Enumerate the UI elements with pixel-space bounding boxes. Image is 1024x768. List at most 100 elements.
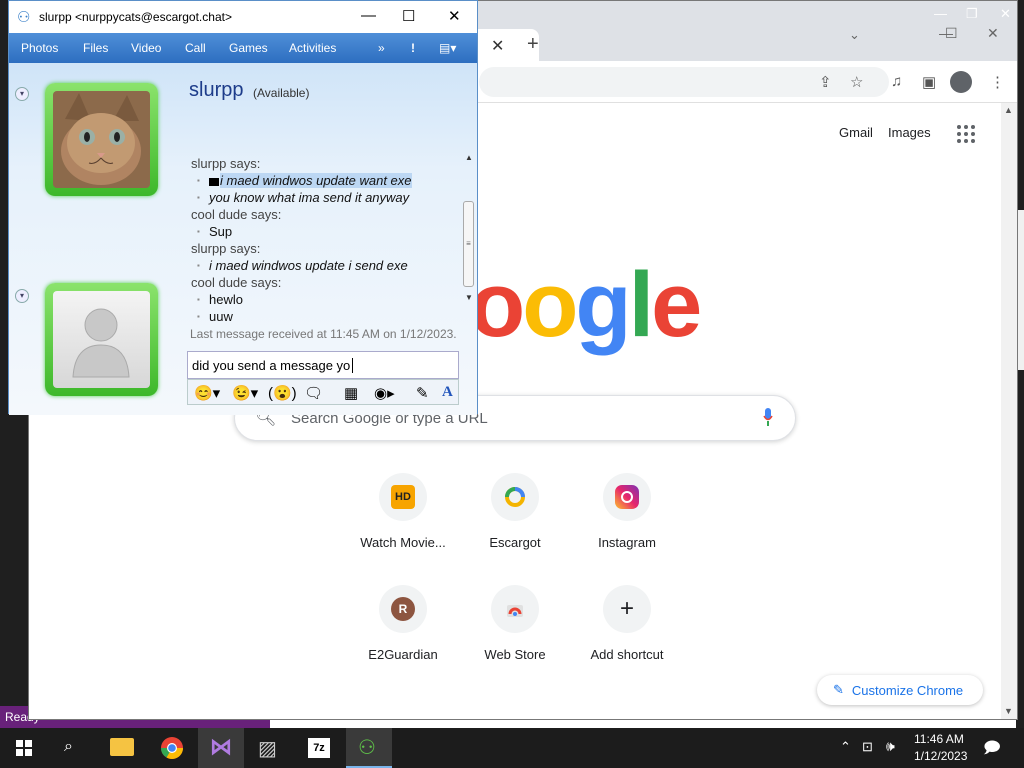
customize-label: Customize Chrome [851,682,964,698]
message-line: i maed windwos update want exe [191,172,456,189]
conversation-scrollbar[interactable]: ▲ ≡ ▼ [460,153,477,303]
kitten-avatar [53,91,150,188]
scroll-down-icon[interactable]: ▼ [465,293,473,302]
share-icon[interactable]: ⇪ [819,73,832,91]
pencil-icon: ✎ [833,682,844,697]
notifications-icon[interactable]: 🗩︎ [983,737,1001,764]
close-icon[interactable]: ✕ [987,25,999,42]
sender-line: slurpp says: [191,241,261,256]
google-logo: oogle [469,254,702,356]
windows-start-icon[interactable] [16,740,32,756]
sound-icon[interactable]: ◉▸ [374,384,395,402]
shortcut-label: Web Store [484,647,546,662]
scroll-up-icon[interactable]: ▲ [1004,105,1013,115]
7zip-icon[interactable]: 7z [308,738,330,758]
font-icon[interactable]: A [442,384,453,401]
profile-avatar[interactable] [950,71,972,93]
shortcut-label: Escargot [489,535,541,550]
bg-minimize-icon[interactable]: — [934,6,947,21]
message-line: uuw [191,308,456,325]
chrome-menu-icon[interactable]: ⋮ [990,73,1005,91]
media-icon[interactable]: ♫ [891,73,902,90]
text-cursor [352,358,353,373]
search-icon[interactable]: ⌕ [64,738,73,756]
file-explorer-icon[interactable] [110,738,134,756]
collapse-self-icon[interactable]: ▾ [15,289,29,303]
message-line: i maed windwos update i send exe [191,257,456,274]
input-toolbar: 😊▾ 😉▾ (😮) 🗨 ▦ ◉▸ ✎ A [187,379,459,405]
scroll-thumb[interactable]: ≡ [463,201,474,287]
sender-line: cool dude says: [191,207,282,222]
bg-restore-icon[interactable]: ❐ [966,6,978,22]
message-line: you know what ima send it anyway [191,189,456,206]
menu-call[interactable]: Call [185,41,206,55]
bookmark-star-icon[interactable]: ☆ [850,73,863,91]
maximize-icon[interactable]: ☐ [402,7,415,25]
sender-line: cool dude says: [191,275,282,290]
shortcut-add[interactable]: + Add shortcut [571,585,683,662]
handwriting-icon[interactable]: ✎ [416,384,429,402]
menu-files[interactable]: Files [83,41,108,55]
scroll-down-icon[interactable]: ▼ [1004,706,1013,716]
show-hidden-icons-icon[interactable]: ⌃ [840,739,851,755]
more-menu-icon[interactable]: » [378,41,385,55]
new-tab-icon[interactable]: + [527,33,539,56]
shortcut-watch-movie[interactable]: HD Watch Movie... [347,473,459,550]
shortcut-label: E2Guardian [368,647,438,662]
volume-icon[interactable]: 🕪︎ [886,738,895,755]
maximize-icon[interactable]: ☐ [945,25,958,42]
messenger-titlebar: ⚇ slurpp <nurppycats@escargot.chat> — ☐ … [9,1,477,33]
wink-icon[interactable]: 😉▾ [232,384,258,402]
letter-r-icon: R [391,597,415,621]
tab-search-icon[interactable]: ⌄ [849,27,860,43]
collapse-contact-icon[interactable]: ▾ [15,87,29,101]
message-input[interactable]: did you send a message yo [187,351,459,379]
messenger-menu-bar: Photos Files Video Call Games Activities… [9,33,477,63]
shortcut-label: Instagram [598,535,656,550]
close-icon[interactable]: ✕ [448,7,461,25]
customize-chrome-button[interactable]: ✎ Customize Chrome [817,675,983,705]
plus-icon: + [619,595,634,622]
own-display-picture[interactable] [45,283,158,396]
bg-close-icon[interactable]: ✕ [1000,6,1011,22]
voice-clip-icon[interactable]: 🗨 [304,384,323,402]
hd-icon: HD [391,485,415,509]
background-icon[interactable]: ▦ [344,384,358,402]
tab-close-icon[interactable]: ✕ [491,36,504,56]
photos-icon[interactable]: ▨ [258,736,277,761]
menu-activities[interactable]: Activities [289,41,336,55]
messenger-taskbar-button[interactable]: ⚇ [346,728,392,768]
gmail-link[interactable]: Gmail [839,125,873,140]
side-panel-icon[interactable]: ▣ [922,73,936,91]
shortcut-label: Watch Movie... [360,535,446,550]
chrome-icon[interactable] [160,736,184,760]
shortcut-web-store[interactable]: Web Store [459,585,571,662]
visual-studio-button[interactable]: ⋈ [198,728,244,768]
page-scrollbar[interactable] [1001,103,1017,719]
nudge-face-icon[interactable]: (😮) [268,384,297,402]
microphone-icon[interactable] [763,408,773,426]
shortcut-e2guardian[interactable]: R E2Guardian [347,585,459,662]
contact-display-picture[interactable] [45,83,158,196]
contact-name: slurpp [189,79,244,101]
google-apps-icon[interactable] [957,125,975,143]
shortcut-instagram[interactable]: Instagram [571,473,683,550]
instagram-icon [615,485,639,509]
menu-photos[interactable]: Photos [21,41,58,55]
message-line: hewlo [191,291,456,308]
conversation-history[interactable]: slurpp says: i maed windwos update want … [191,155,456,325]
messenger-conversation-window: ⚇ slurpp <nurppycats@escargot.chat> — ☐ … [8,0,478,415]
display-options-icon[interactable]: ▤▾ [439,41,456,55]
clock-time[interactable]: 11:46 AM [914,732,964,746]
network-icon[interactable]: ⊡ [862,739,873,755]
clock-date[interactable]: 1/12/2023 [914,749,967,763]
images-link[interactable]: Images [888,125,931,140]
shortcut-escargot[interactable]: Escargot [459,473,571,550]
messenger-buddy-icon: ⚇ [17,9,31,26]
emoticon-icon[interactable]: 😊▾ [194,384,220,402]
minimize-icon[interactable]: — [361,7,376,24]
menu-video[interactable]: Video [131,41,161,55]
menu-games[interactable]: Games [229,41,268,55]
scroll-up-icon[interactable]: ▲ [465,153,473,162]
nudge-icon[interactable]: ! [411,41,415,55]
